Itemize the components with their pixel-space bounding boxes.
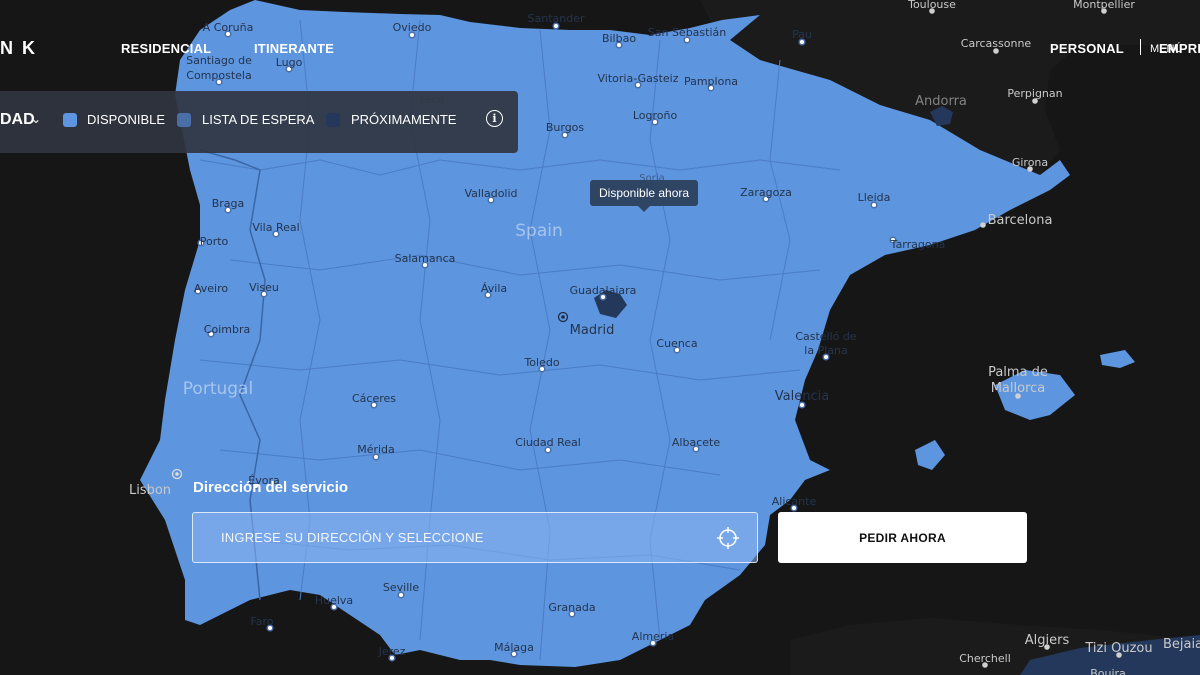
nav-itinerante[interactable]: ITINERANTE — [254, 41, 334, 56]
city-burgos-16-label: Burgos — [546, 121, 585, 134]
nav-empresa[interactable]: EMPRE — [1159, 41, 1200, 56]
city-palma-de-37-label: Palma de — [988, 365, 1048, 380]
city-tizi-ouzou-53-label: Tizi Ouzou — [1084, 641, 1152, 656]
address-input[interactable] — [193, 513, 757, 562]
city-malaga-55-label: Málaga — [494, 641, 534, 654]
nav-residencial[interactable]: RESIDENCIAL — [121, 41, 211, 56]
city-algiers-52-label: Algiers — [1025, 633, 1070, 648]
city-salamanca-26-label: Salamanca — [395, 252, 456, 265]
city-mallorca-38-label: Mallorca — [991, 381, 1046, 396]
coverage-type-label: DAD — [0, 111, 35, 128]
city-bejaia-54-label: Bejaia — [1163, 637, 1200, 652]
availability-tooltip: Disponible ahora — [590, 180, 699, 212]
legend-label-coming-soon: PRÓXIMAMENTE — [351, 112, 457, 127]
legend-swatch-coming-soon — [326, 113, 340, 127]
city-castello-de-33-label: Castelló de — [795, 330, 857, 343]
country-label-andorra: Andorra — [915, 94, 967, 109]
coverage-legend: DAD ⌄ DISPONIBLE LISTA DE ESPERA PRÓXIMA… — [0, 91, 518, 153]
coverage-type-dropdown[interactable]: DAD — [0, 111, 35, 129]
city-santander-2-label: Santander — [528, 12, 585, 25]
crosshair-icon[interactable] — [717, 527, 739, 549]
city-bilbao-3-label: Bilbao — [602, 32, 636, 45]
city-valladolid-18-label: Valladolid — [464, 187, 517, 200]
city-barcelona-23-label: Barcelona — [988, 213, 1053, 228]
city-tarragona-25-label: Tarragona — [890, 238, 946, 251]
city-albacete-42-label: Albacete — [672, 436, 720, 449]
city-bouira-58-label: Bouira — [1090, 667, 1126, 675]
lisbon-capital-center — [175, 472, 179, 476]
city-faro-50-label: Faro — [250, 615, 273, 628]
city-seville-47-label: Seville — [383, 581, 419, 594]
city-merida-43-label: Mérida — [357, 443, 395, 456]
city-porto-24-label: Porto — [200, 235, 229, 248]
city-lugo-10-label: Lugo — [276, 56, 303, 69]
address-field-container — [192, 512, 758, 563]
city-granada-49-label: Granada — [548, 601, 595, 614]
city-coimbra-31-label: Coimbra — [204, 323, 250, 336]
city-vila-real-22-label: Vila Real — [252, 221, 299, 234]
city-cherchell-57-label: Cherchell — [959, 652, 1011, 665]
city-aveiro-27-label: Aveiro — [194, 282, 228, 295]
legend-swatch-waitlist — [177, 113, 191, 127]
city-huelva-48-label: Huelva — [315, 594, 353, 607]
city-avila-29-label: Ávila — [481, 282, 507, 295]
city-a-coruna-0-label: A Coruña — [203, 21, 254, 34]
brand-logo[interactable]: N K — [0, 38, 37, 59]
ibiza-island — [915, 440, 945, 470]
city-lleida-20-label: Lleida — [858, 191, 891, 204]
city-zaragoza-19-label: Zaragoza — [740, 186, 792, 199]
city-lisbon-45-label: Lisbon — [129, 483, 171, 498]
city-oviedo-1-label: Oviedo — [393, 21, 432, 34]
legend-label-waitlist: LISTA DE ESPERA — [202, 112, 315, 127]
city-barcelona-23-dot — [980, 222, 986, 228]
city-montpellier-7-label: Montpellier — [1073, 0, 1135, 11]
order-now-button[interactable]: PEDIR AHORA — [778, 512, 1027, 563]
menorca-island — [1100, 350, 1135, 368]
city-girona-17-label: Girona — [1012, 156, 1048, 169]
madrid-capital-center — [561, 315, 565, 319]
chevron-down-icon[interactable]: ⌄ — [31, 112, 41, 126]
city-caceres-39-label: Cáceres — [352, 392, 396, 405]
city-madrid-32-label: Madrid — [570, 323, 615, 338]
city-carcassonne-13-label: Carcassonne — [961, 37, 1032, 50]
city-valencia-40-label: Valencia — [775, 389, 829, 404]
city-cuenca-35-label: Cuenca — [656, 337, 697, 350]
legend-swatch-available — [63, 113, 77, 127]
city-toledo-36-label: Toledo — [523, 356, 559, 369]
city-ciudad-real-41-label: Ciudad Real — [515, 436, 581, 449]
city-la-plana-34-label: la Plana — [804, 344, 847, 357]
city-jerez-56-label: Jerez — [378, 645, 406, 658]
city-compostela-9-label: Compostela — [186, 69, 251, 82]
service-address-title: Dirección del servicio — [193, 479, 349, 496]
city-pau-5-label: Pau — [792, 28, 812, 41]
country-label-spain: Spain — [515, 221, 563, 241]
city-alicante-46-label: Alicante — [772, 495, 817, 508]
city-vitoria-gasteiz-11-label: Vitoria-Gasteiz — [598, 72, 679, 85]
city-san-sebastian-4-label: San Sebastián — [648, 26, 727, 39]
city-perpignan-14-label: Perpignan — [1007, 87, 1062, 100]
city-viseu-28-label: Viseu — [249, 281, 279, 294]
nav-separator — [1140, 39, 1141, 55]
nav-personal[interactable]: PERSONAL — [1050, 41, 1124, 56]
city-almeria-51-label: Almeria — [632, 630, 674, 643]
city-toulouse-6-label: Toulouse — [907, 0, 956, 11]
info-icon[interactable]: i — [486, 110, 503, 127]
legend-label-available: DISPONIBLE — [87, 112, 166, 127]
city-guadalajara-30-label: Guadalajara — [570, 284, 637, 297]
city-pamplona-12-label: Pamplona — [684, 75, 738, 88]
city-logrono-15-label: Logroño — [633, 109, 678, 122]
city-braga-21-label: Braga — [212, 197, 245, 210]
country-label-portugal: Portugal — [183, 379, 253, 399]
